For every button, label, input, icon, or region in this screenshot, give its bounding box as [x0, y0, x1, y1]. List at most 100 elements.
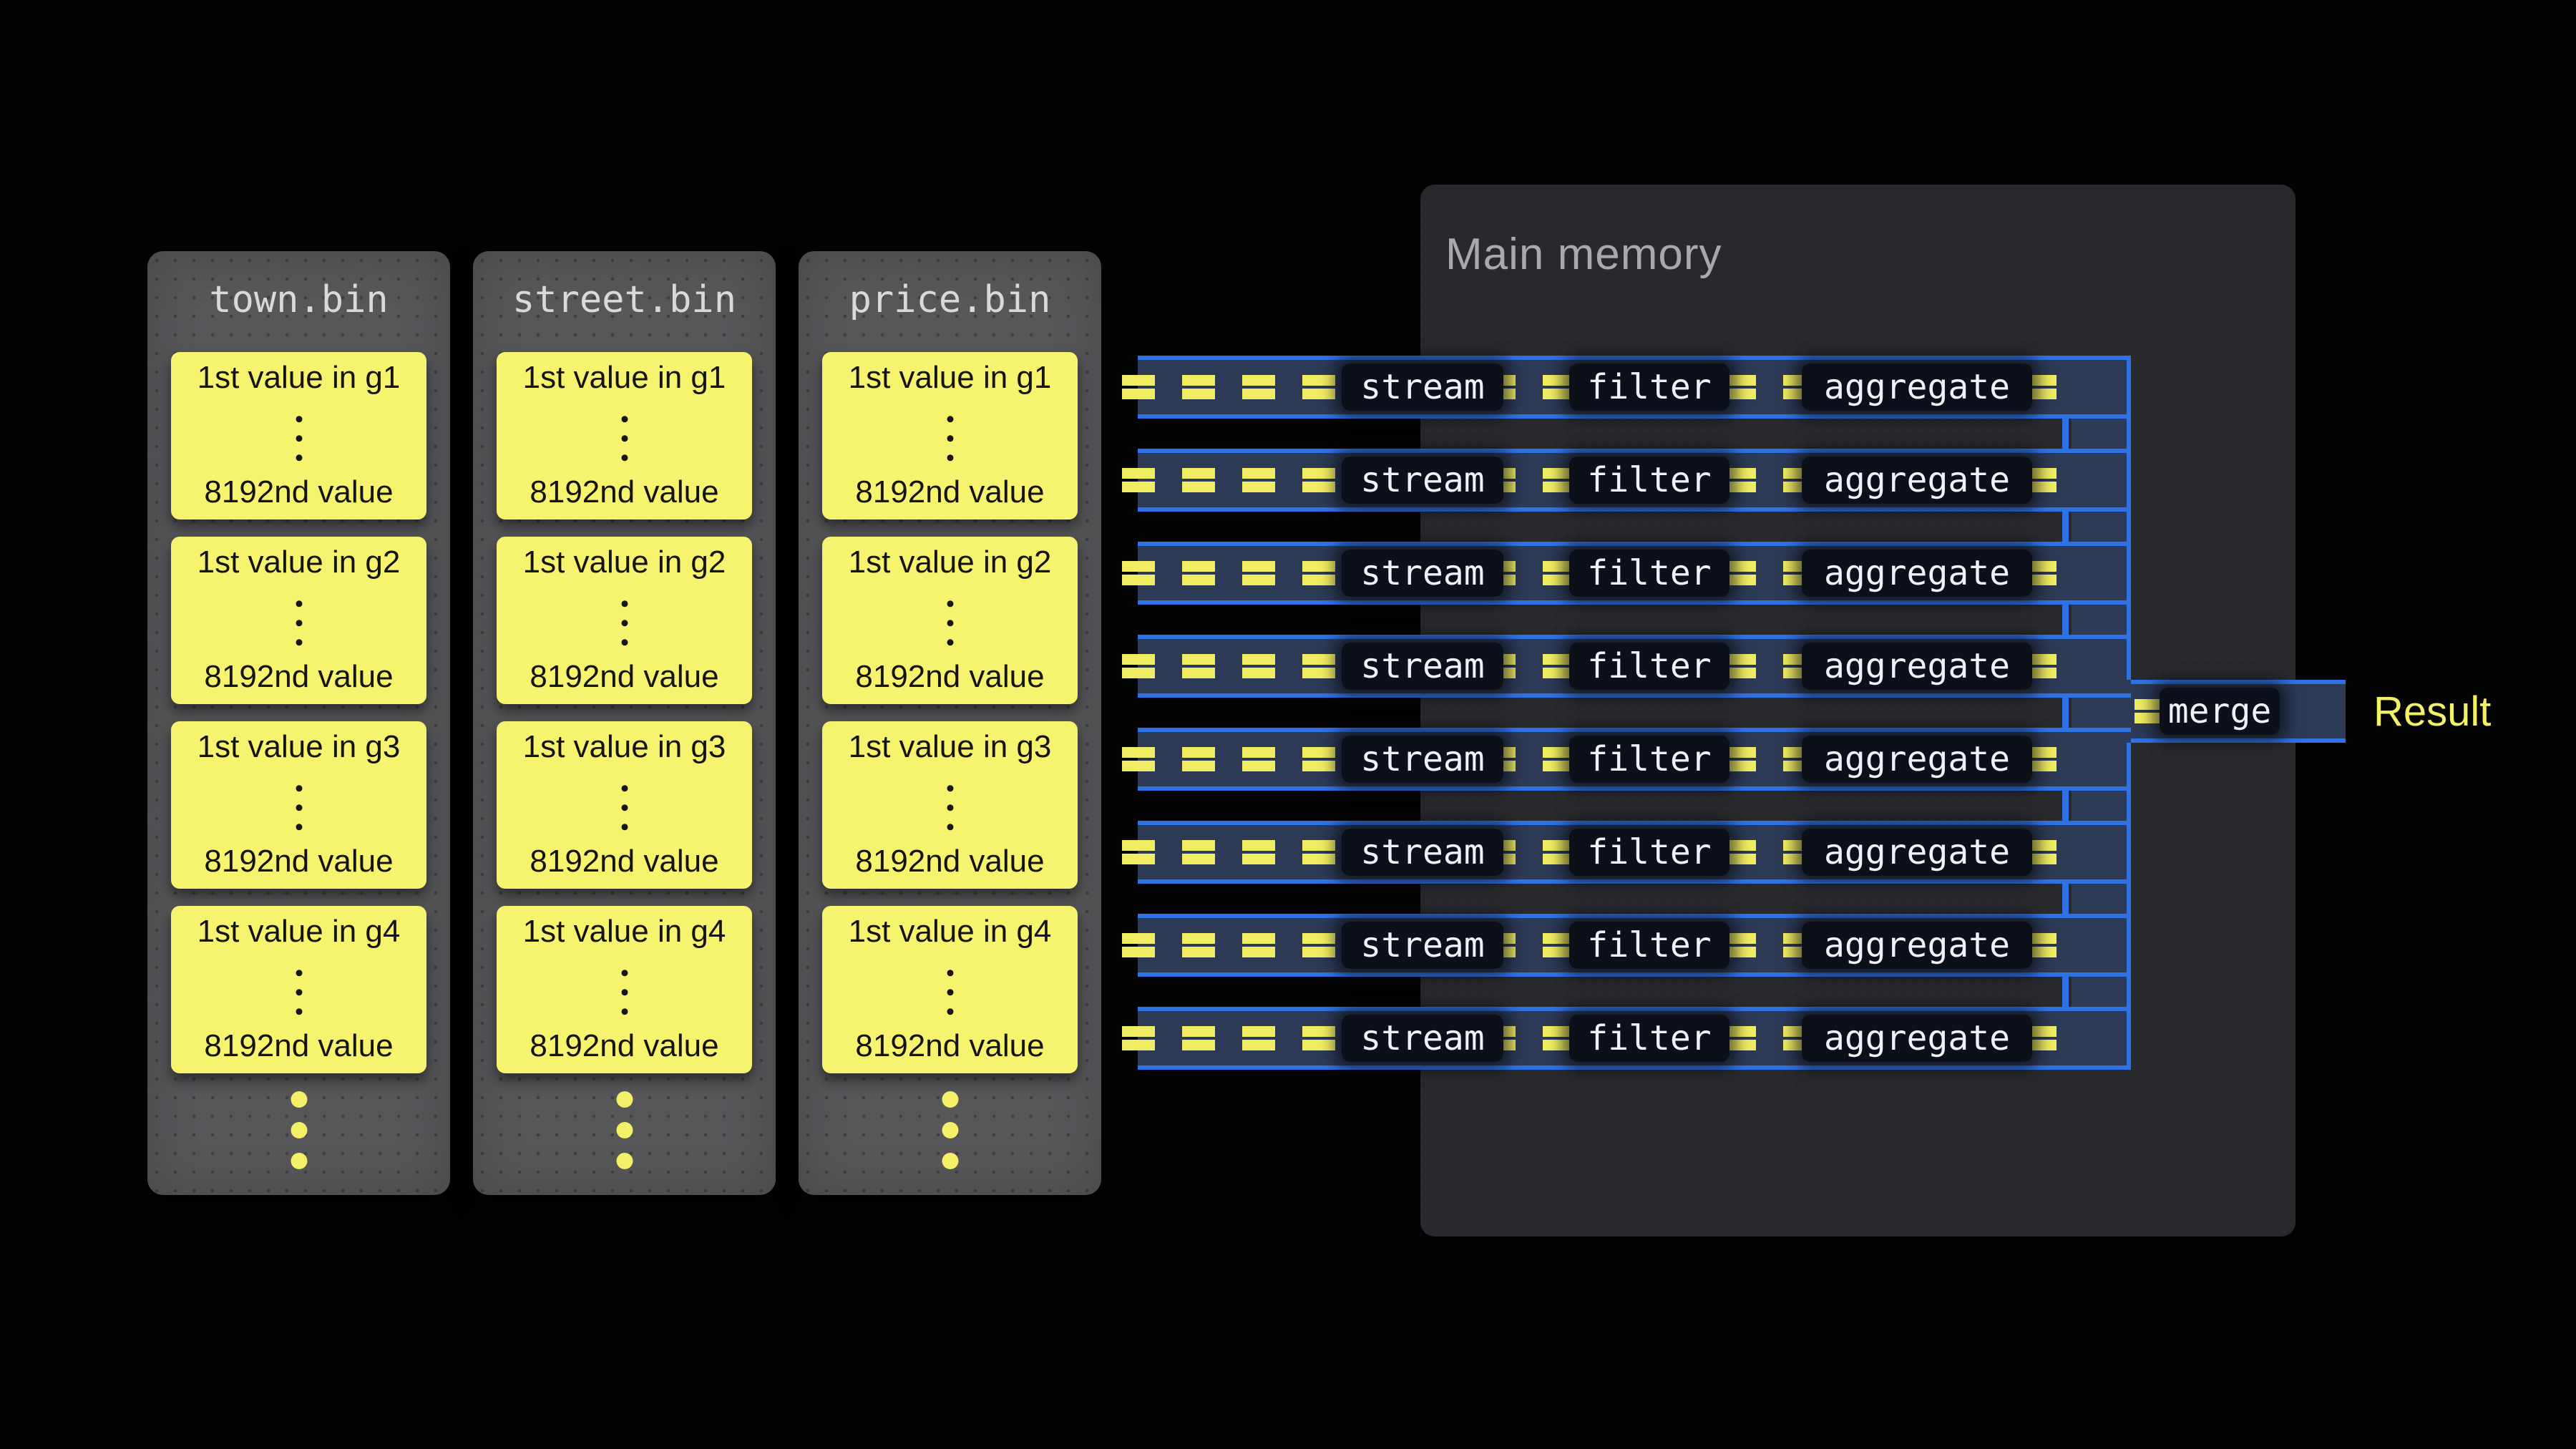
stream-operator: stream: [1342, 922, 1503, 969]
dot: [947, 600, 953, 607]
group-first-value: 1st value in g4: [497, 916, 752, 947]
group-first-value: 1st value in g2: [171, 547, 426, 578]
dot: [621, 989, 628, 995]
dot: [616, 1091, 633, 1108]
value-group-card: 1st value in g4 8192nd value: [497, 906, 752, 1073]
dot: [621, 454, 628, 461]
value-group-card: 1st value in g2 8192nd value: [822, 537, 1078, 704]
dot: [621, 1008, 628, 1015]
lane-connector: [2062, 884, 2069, 914]
dot: [621, 416, 628, 422]
pipeline-lane: stream filter aggregate: [1138, 728, 2131, 791]
dot: [291, 1091, 307, 1108]
dot: [296, 620, 302, 626]
ellipsis-dots: [291, 1091, 307, 1169]
dot: [291, 1122, 307, 1138]
value-group-card: 1st value in g4 8192nd value: [822, 906, 1078, 1073]
group-last-value: 8192nd value: [171, 1030, 426, 1062]
pipeline-lane: stream filter aggregate: [1138, 914, 2131, 977]
pipeline-lane: stream filter aggregate: [1138, 635, 2131, 698]
dot: [621, 970, 628, 976]
pipeline-lane: stream filter aggregate: [1138, 356, 2131, 419]
aggregate-operator: aggregate: [1802, 1015, 2032, 1062]
dot: [947, 970, 953, 976]
group-last-value: 8192nd value: [497, 661, 752, 693]
ellipsis-dots: [947, 970, 953, 1015]
pipeline-lane: stream filter aggregate: [1138, 449, 2131, 512]
group-first-value: 1st value in g3: [171, 731, 426, 763]
value-group-card: 1st value in g1 8192nd value: [497, 352, 752, 519]
dot: [616, 1153, 633, 1169]
ellipsis-dots: [942, 1091, 958, 1169]
filter-operator: filter: [1569, 736, 1729, 783]
dot: [296, 416, 302, 422]
dot: [947, 620, 953, 626]
aggregate-operator: aggregate: [1802, 643, 2032, 690]
aggregate-operator: aggregate: [1802, 922, 2032, 969]
ellipsis-dots: [296, 600, 302, 645]
filter-operator: filter: [1569, 643, 1729, 690]
group-last-value: 8192nd value: [497, 846, 752, 877]
value-group-card: 1st value in g2 8192nd value: [171, 537, 426, 704]
ellipsis-dots: [296, 970, 302, 1015]
value-group-card: 1st value in g1 8192nd value: [171, 352, 426, 519]
lane-connector: [2062, 977, 2069, 1007]
aggregate-operator: aggregate: [1802, 457, 2032, 504]
lane-connector: [2062, 791, 2069, 821]
group-first-value: 1st value in g3: [497, 731, 752, 763]
dot: [942, 1153, 958, 1169]
dot: [947, 989, 953, 995]
value-group-card: 1st value in g3 8192nd value: [497, 721, 752, 889]
dot: [296, 824, 302, 830]
value-group-card: 1st value in g3 8192nd value: [822, 721, 1078, 889]
dot: [616, 1122, 633, 1138]
pipeline-lane: stream filter aggregate: [1138, 1007, 2131, 1070]
group-last-value: 8192nd value: [822, 477, 1078, 508]
aggregate-operator: aggregate: [1802, 736, 2032, 783]
dot: [942, 1122, 958, 1138]
lane-connector: [2062, 512, 2069, 542]
ellipsis-dots: [296, 416, 302, 461]
dot: [621, 639, 628, 645]
dot: [947, 785, 953, 791]
dot: [621, 435, 628, 441]
dot: [947, 1008, 953, 1015]
stream-operator: stream: [1342, 457, 1503, 504]
dot: [947, 639, 953, 645]
stream-operator: stream: [1342, 829, 1503, 876]
ellipsis-dots: [296, 785, 302, 830]
value-group-list: 1st value in g1 8192nd value 1st value i…: [497, 352, 752, 1073]
ellipsis-dots: [621, 600, 628, 645]
ellipsis-dots: [621, 970, 628, 1015]
dot: [947, 435, 953, 441]
ellipsis-dots: [947, 785, 953, 830]
file-name: price.bin: [799, 251, 1101, 318]
dot: [296, 639, 302, 645]
value-group-card: 1st value in g2 8192nd value: [497, 537, 752, 704]
dot: [296, 804, 302, 811]
filter-operator: filter: [1569, 829, 1729, 876]
dot: [621, 785, 628, 791]
dot: [621, 600, 628, 607]
dot: [296, 454, 302, 461]
value-group-list: 1st value in g1 8192nd value 1st value i…: [822, 352, 1078, 1073]
ellipsis-dots: [621, 416, 628, 461]
value-group-list: 1st value in g1 8192nd value 1st value i…: [171, 352, 426, 1073]
dot: [621, 804, 628, 811]
group-first-value: 1st value in g1: [497, 362, 752, 394]
file-column: street.bin 1st value in g1 8192nd value …: [473, 251, 776, 1195]
file-name: street.bin: [473, 251, 776, 318]
file-column: price.bin 1st value in g1 8192nd value 1…: [799, 251, 1101, 1195]
group-first-value: 1st value in g1: [171, 362, 426, 394]
pipeline-lane: stream filter aggregate: [1138, 542, 2131, 605]
lane-connector: [2062, 419, 2069, 449]
group-first-value: 1st value in g2: [822, 547, 1078, 578]
main-memory-title: Main memory: [1445, 229, 1722, 280]
merge-operator: merge: [2160, 688, 2280, 735]
group-last-value: 8192nd value: [497, 477, 752, 508]
value-group-card: 1st value in g4 8192nd value: [171, 906, 426, 1073]
merge-lane: merge: [2131, 680, 2346, 743]
group-first-value: 1st value in g1: [822, 362, 1078, 394]
dot: [296, 1008, 302, 1015]
aggregate-operator: aggregate: [1802, 364, 2032, 411]
